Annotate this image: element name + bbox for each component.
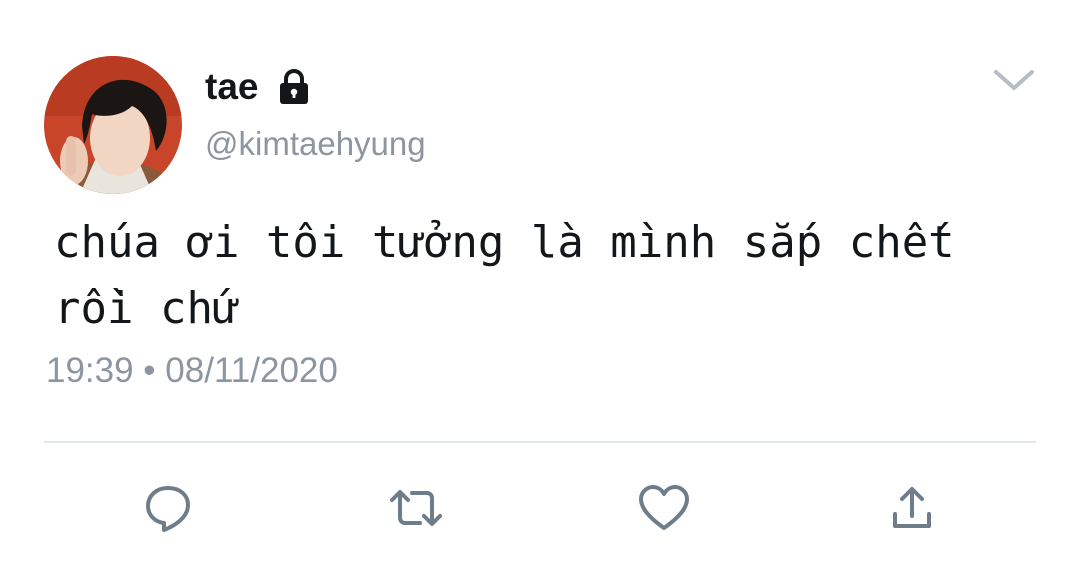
reply-button[interactable]	[138, 478, 198, 538]
lock-icon	[276, 67, 312, 107]
share-icon	[893, 487, 931, 528]
avatar-image	[44, 56, 182, 194]
user-name-row: tae	[205, 63, 312, 111]
heart-icon	[639, 485, 689, 530]
retweet-icon	[390, 490, 442, 526]
like-button[interactable]	[634, 478, 694, 538]
user-handle[interactable]: @kimtaehyung	[205, 122, 426, 166]
tweet-text: chúa ơi tôi tưởng là mình sắp chết rồi c…	[54, 217, 955, 334]
divider	[44, 441, 1036, 443]
chevron-down-icon[interactable]	[990, 62, 1038, 96]
retweet-button[interactable]	[386, 478, 446, 538]
share-button[interactable]	[882, 478, 942, 538]
reply-icon	[146, 486, 190, 532]
display-name[interactable]: tae	[205, 63, 258, 111]
avatar[interactable]	[44, 56, 182, 194]
tweet-timestamp[interactable]: 19:39 • 08/11/2020	[46, 348, 338, 394]
